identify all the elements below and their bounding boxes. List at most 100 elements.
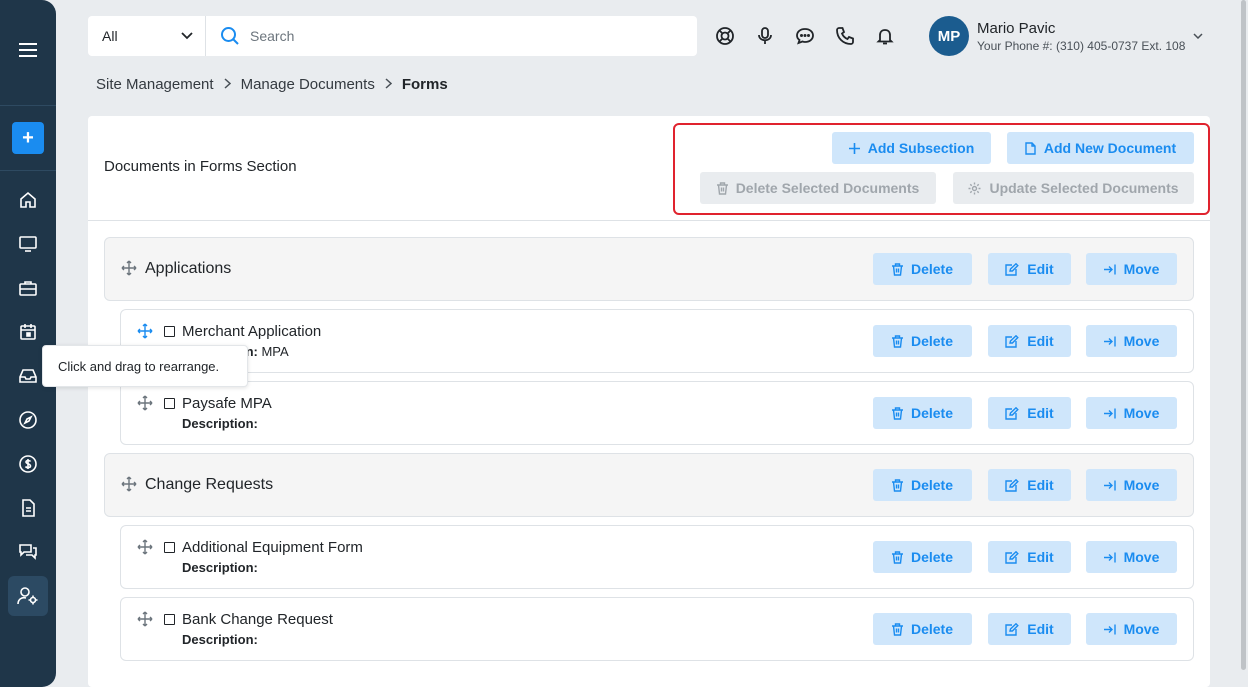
microphone-button[interactable]: [755, 26, 775, 46]
search-box: [206, 16, 697, 56]
notifications-button[interactable]: [875, 26, 895, 46]
trash-icon: [891, 622, 903, 636]
document-icon: [22, 499, 35, 517]
delete-button[interactable]: Delete: [873, 397, 972, 429]
search-scope-value: All: [102, 28, 118, 44]
section-row: Applications Delete Edit Move: [104, 237, 1194, 301]
move-button[interactable]: Move: [1086, 541, 1177, 573]
section-title: Change Requests: [145, 476, 274, 493]
move-label: Move: [1123, 549, 1160, 565]
move-button[interactable]: Move: [1086, 613, 1177, 645]
add-new-document-button[interactable]: Add New Document: [1007, 132, 1194, 164]
user-settings-icon: [17, 587, 38, 605]
move-button[interactable]: Move: [1086, 469, 1177, 501]
page-scrollbar[interactable]: [1241, 0, 1246, 670]
chat-button[interactable]: [795, 26, 815, 46]
breadcrumb-manage-documents[interactable]: Manage Documents: [241, 76, 375, 93]
lifebuoy-icon: [716, 27, 734, 45]
document-title: Additional Equipment Form: [182, 539, 363, 556]
breadcrumb-site-management[interactable]: Site Management: [96, 76, 214, 93]
chevron-right-icon: [385, 77, 392, 92]
trash-icon: [891, 550, 903, 564]
support-button[interactable]: [715, 26, 735, 46]
trash-icon: [891, 478, 903, 492]
document-description: Description:: [182, 632, 258, 647]
avatar: MP: [929, 16, 969, 56]
drag-handle-icon[interactable]: [120, 475, 138, 493]
move-icon: [1103, 264, 1116, 275]
edit-button[interactable]: Edit: [988, 397, 1071, 429]
delete-button[interactable]: Delete: [873, 253, 972, 285]
menu-toggle[interactable]: [0, 0, 56, 106]
update-selected-label: Update Selected Documents: [989, 180, 1179, 196]
move-button[interactable]: Move: [1086, 253, 1177, 285]
delete-button[interactable]: Delete: [873, 469, 972, 501]
sidebar-item-home[interactable]: [8, 180, 48, 220]
edit-button[interactable]: Edit: [988, 613, 1071, 645]
document-checkbox[interactable]: [164, 542, 175, 553]
update-selected-button[interactable]: Update Selected Documents: [953, 172, 1194, 204]
user-menu[interactable]: MP Mario Pavic Your Phone #: (310) 405-0…: [929, 16, 1203, 56]
sidebar-item-monitor[interactable]: [8, 224, 48, 264]
search-input[interactable]: [250, 28, 650, 44]
gear-icon: [968, 182, 981, 194]
chevron-down-icon: [181, 32, 193, 40]
move-icon: [1103, 480, 1116, 491]
user-phone: Your Phone #: (310) 405-0737 Ext. 108: [977, 38, 1186, 53]
sidebar-item-user-settings[interactable]: [8, 576, 48, 616]
add-subsection-button[interactable]: Add Subsection: [832, 132, 991, 164]
edit-label: Edit: [1027, 333, 1054, 349]
delete-button[interactable]: Delete: [873, 613, 972, 645]
card-header: Documents in Forms Section Add Subsectio…: [88, 116, 1210, 221]
sidebar-item-explore[interactable]: [8, 400, 48, 440]
drag-handle-icon[interactable]: [136, 322, 154, 340]
delete-label: Delete: [910, 477, 954, 493]
edit-label: Edit: [1027, 477, 1054, 493]
search-scope-select[interactable]: All: [88, 16, 206, 56]
briefcase-icon: [19, 281, 37, 296]
delete-selected-button[interactable]: Delete Selected Documents: [700, 172, 936, 204]
chat-bubble-icon: [796, 28, 814, 45]
sidebar-item-briefcase[interactable]: [8, 268, 48, 308]
microphone-icon: [758, 27, 772, 44]
edit-icon: [1005, 550, 1020, 564]
user-name: Mario Pavic: [977, 19, 1056, 37]
user-info: Mario Pavic Your Phone #: (310) 405-0737…: [977, 20, 1185, 53]
move-label: Move: [1123, 405, 1160, 421]
edit-button[interactable]: Edit: [988, 325, 1071, 357]
delete-label: Delete: [910, 333, 954, 349]
phone-button[interactable]: [835, 26, 855, 46]
sidebar-item-messages[interactable]: [8, 532, 48, 572]
delete-label: Delete: [910, 549, 954, 565]
section-title: Applications: [145, 260, 232, 277]
drag-handle-icon[interactable]: [136, 394, 154, 412]
document-checkbox[interactable]: [164, 398, 175, 409]
move-icon: [1103, 552, 1116, 563]
drag-handle-icon[interactable]: [136, 538, 154, 556]
sidebar-item-documents[interactable]: [8, 488, 48, 528]
edit-button[interactable]: Edit: [988, 541, 1071, 573]
edit-button[interactable]: Edit: [988, 253, 1071, 285]
trash-icon: [891, 334, 903, 348]
move-button[interactable]: Move: [1086, 325, 1177, 357]
document-row: Bank Change Request Description: Delete Edi…: [120, 597, 1194, 661]
section-row: Change Requests Delete Edit Move: [104, 453, 1194, 517]
sidebar-item-billing[interactable]: [8, 444, 48, 484]
delete-selected-label: Delete Selected Documents: [735, 180, 920, 196]
drag-handle-icon[interactable]: [136, 610, 154, 628]
delete-button[interactable]: Delete: [873, 541, 972, 573]
delete-button[interactable]: Delete: [873, 325, 972, 357]
edit-button[interactable]: Edit: [988, 469, 1071, 501]
plus-icon: [848, 142, 860, 154]
edit-label: Edit: [1027, 549, 1054, 565]
document-checkbox[interactable]: [164, 614, 175, 625]
trash-icon: [891, 262, 903, 276]
chevron-right-icon: [224, 77, 231, 92]
move-button[interactable]: Move: [1086, 397, 1177, 429]
edit-icon: [1005, 262, 1020, 276]
drag-handle-icon[interactable]: [120, 259, 138, 277]
create-new-button[interactable]: +: [12, 122, 44, 154]
document-checkbox[interactable]: [164, 326, 175, 337]
document-row: Additional Equipment Form Description: Del…: [120, 525, 1194, 589]
chat-icon: [19, 544, 37, 560]
